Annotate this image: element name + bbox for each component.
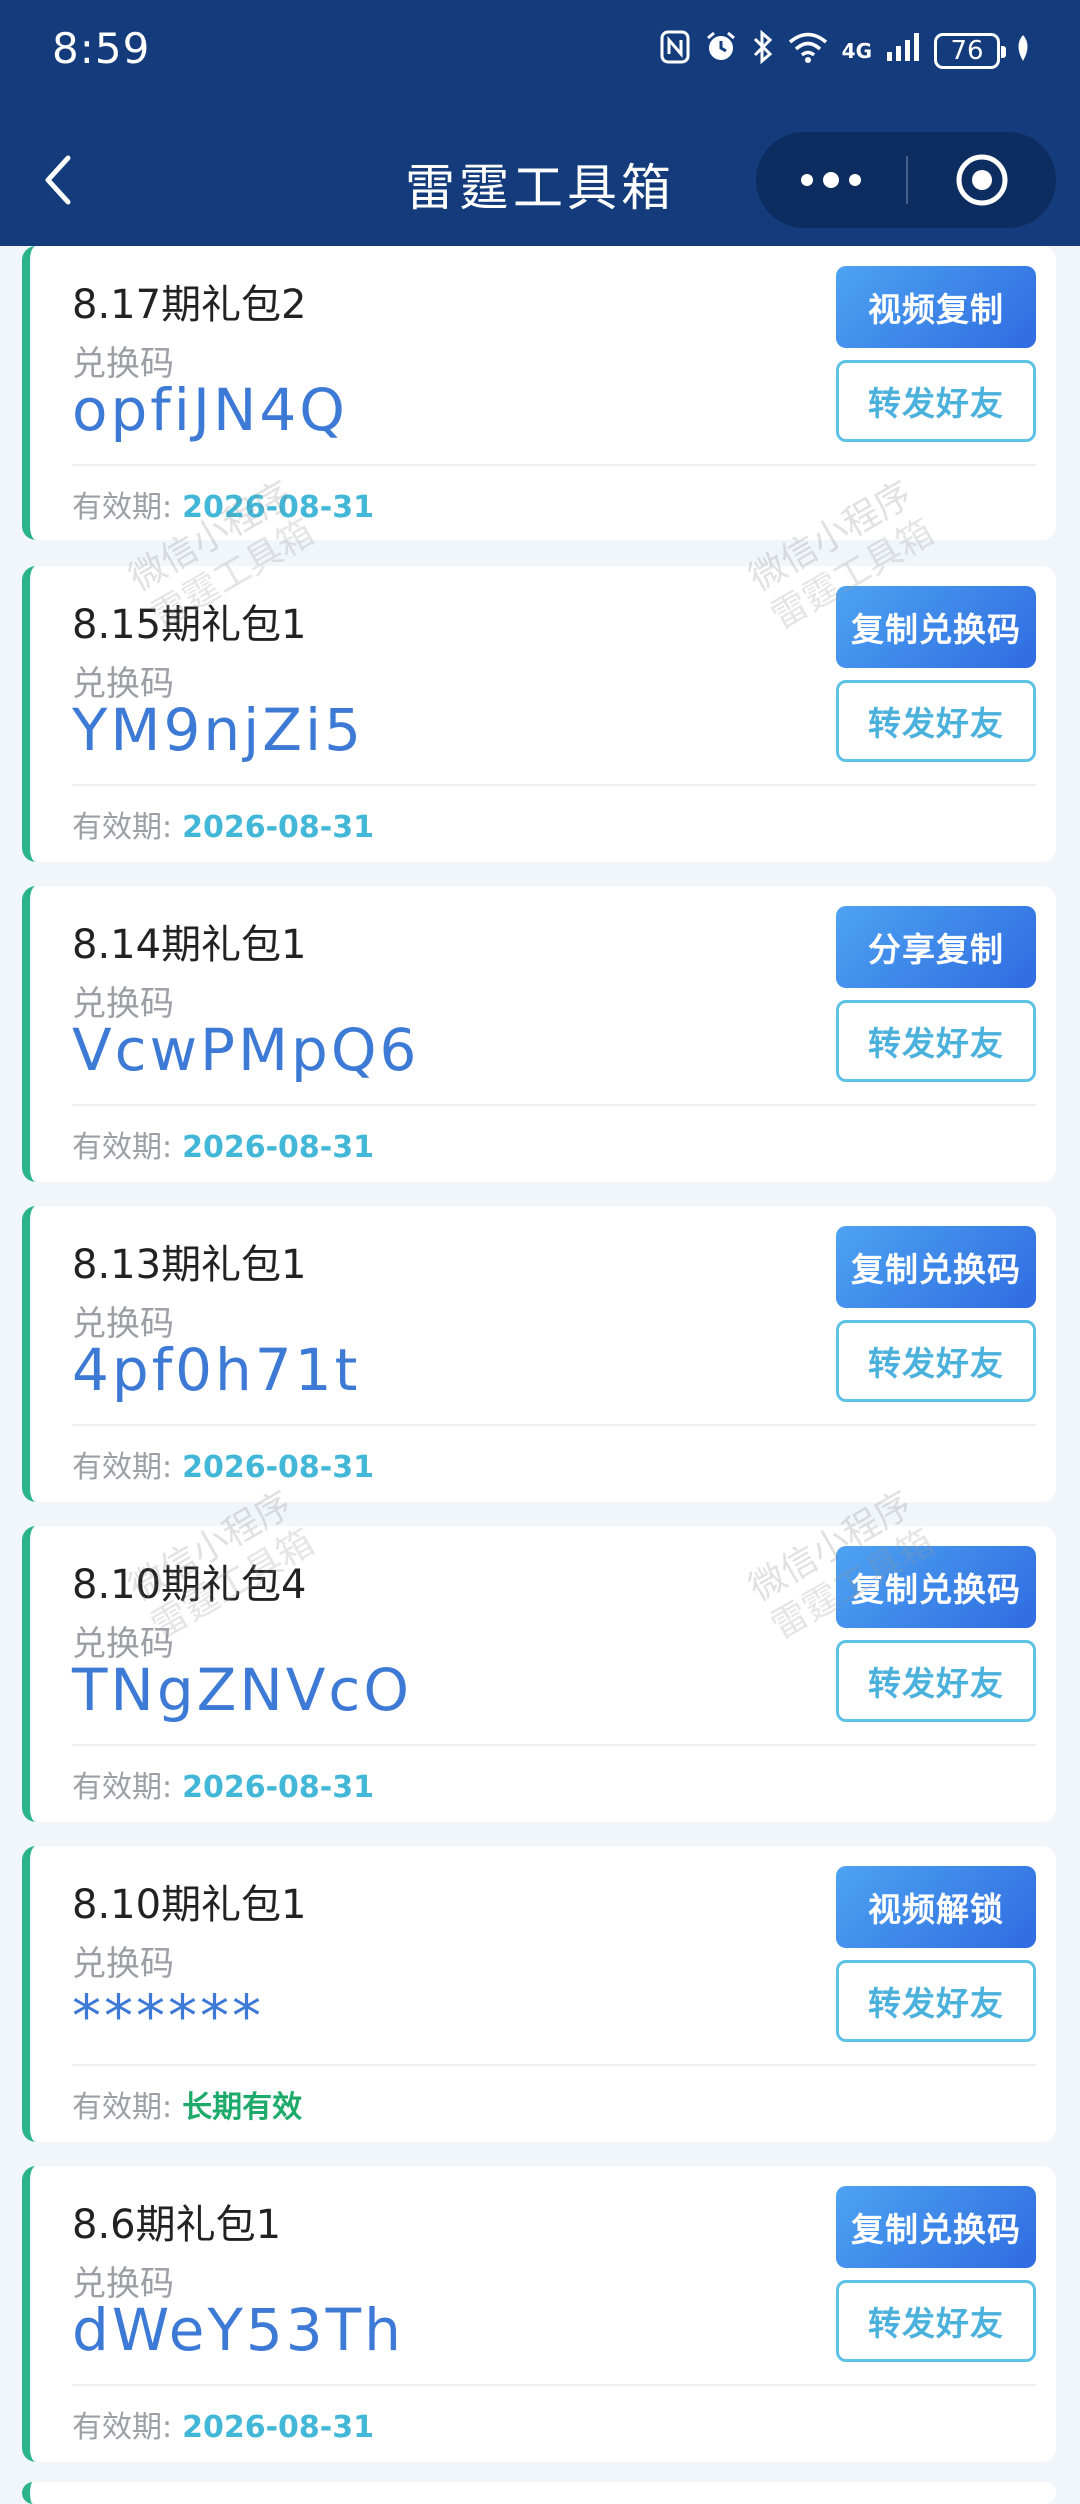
divider (72, 1104, 1036, 1106)
status-icons: 4G 76 (660, 28, 1032, 74)
expiry-date: 长期有效 (182, 2090, 303, 2125)
expiry-row: 有效期: 2026-08-31 (72, 802, 374, 846)
leaf-icon (1014, 33, 1032, 70)
wifi-icon (788, 31, 828, 71)
redeem-code: YM9njZi5 (72, 696, 364, 764)
expiry-row: 有效期: 2026-08-31 (72, 2402, 374, 2446)
miniprogram-capsule (756, 132, 1056, 228)
gift-title: 8.17期礼包2 (72, 282, 307, 328)
expiry-label: 有效期: (72, 490, 173, 525)
expiry-label: 有效期: (72, 2090, 173, 2125)
gift-card: 8.14期礼包1 兑换码 VcwPMpQ6 有效期: 2026-08-31 分享复… (22, 886, 1056, 1182)
dot-icon (801, 174, 813, 186)
expiry-label: 有效期: (72, 810, 173, 845)
forward-friend-button[interactable]: 转发好友 (836, 2280, 1036, 2362)
redeem-code: 4pf0h71t (72, 1336, 361, 1404)
divider (72, 1744, 1036, 1746)
expiry-date: 2026-08-31 (182, 1770, 375, 1805)
divider (72, 1424, 1036, 1426)
gift-card: 8.17期礼包2 兑换码 opfiJN4Q 有效期: 2026-08-31 视频复… (22, 246, 1056, 540)
expiry-date: 2026-08-31 (182, 1130, 375, 1165)
copy-code-button[interactable]: 复制兑换码 (836, 1226, 1036, 1308)
alarm-icon (704, 30, 738, 72)
nfc-icon (660, 30, 690, 72)
more-button[interactable] (756, 132, 906, 228)
expiry-row: 有效期: 2026-08-31 (72, 1442, 374, 1486)
divider (72, 2064, 1036, 2066)
expiry-date: 2026-08-31 (182, 2410, 375, 2445)
gift-title: 8.15期礼包1 (72, 602, 307, 648)
expiry-row: 有效期: 2026-08-31 (72, 482, 374, 526)
copy-code-button[interactable]: 复制兑换码 (836, 586, 1036, 668)
forward-friend-button[interactable]: 转发好友 (836, 680, 1036, 762)
expiry-label: 有效期: (72, 1130, 173, 1165)
expiry-row: 有效期: 2026-08-31 (72, 1762, 374, 1806)
app-header: 8:59 4G 76 雷霆工具箱 (0, 0, 1080, 246)
expiry-label: 有效期: (72, 1770, 173, 1805)
redeem-code: dWeY53Th (72, 2296, 404, 2364)
signal-icon (886, 32, 920, 70)
redeem-code: ****** (72, 1982, 264, 2050)
expiry-row: 有效期: 2026-08-31 (72, 1122, 374, 1166)
gift-card: 8.10期礼包1 兑换码 ****** 有效期: 长期有效 视频解锁 转发好友 (22, 1846, 1056, 2142)
expiry-row: 有效期: 长期有效 (72, 2082, 302, 2126)
expiry-date: 2026-08-31 (182, 490, 375, 525)
forward-friend-button[interactable]: 转发好友 (836, 360, 1036, 442)
expiry-date: 2026-08-31 (182, 1450, 375, 1485)
close-miniprogram-button[interactable] (908, 132, 1056, 228)
dot-icon (849, 174, 861, 186)
forward-friend-button[interactable]: 转发好友 (836, 1640, 1036, 1722)
redeem-code: opfiJN4Q (72, 376, 348, 444)
video-unlock-button[interactable]: 视频解锁 (836, 1866, 1036, 1948)
divider (72, 2384, 1036, 2386)
gift-card: 8.10期礼包4 兑换码 TNgZNVcO 有效期: 2026-08-31 复制兑… (22, 1526, 1056, 1822)
battery-icon: 76 (934, 33, 1006, 69)
divider (72, 464, 1036, 466)
video-copy-button[interactable]: 视频复制 (836, 266, 1036, 348)
target-icon (956, 154, 1008, 206)
gift-title: 8.10期礼包1 (72, 1882, 307, 1928)
gift-title: 8.14期礼包1 (72, 922, 307, 968)
gift-title: 8.6期礼包1 (72, 2202, 282, 2248)
status-time: 8:59 (52, 24, 151, 73)
expiry-date: 2026-08-31 (182, 810, 375, 845)
gift-card: 8.15期礼包1 兑换码 YM9njZi5 有效期: 2026-08-31 复制兑… (22, 566, 1056, 862)
share-copy-button[interactable]: 分享复制 (836, 906, 1036, 988)
redeem-code: VcwPMpQ6 (72, 1016, 420, 1084)
redeem-code: TNgZNVcO (72, 1656, 412, 1724)
expiry-label: 有效期: (72, 1450, 173, 1485)
bluetooth-icon (752, 29, 774, 72)
expiry-label: 有效期: (72, 2410, 173, 2445)
network-type: 4G (841, 39, 872, 63)
divider (72, 784, 1036, 786)
forward-friend-button[interactable]: 转发好友 (836, 1320, 1036, 1402)
code-label: 兑换码 (72, 1944, 174, 1984)
gift-card: 8.6期礼包1 兑换码 dWeY53Th 有效期: 2026-08-31 复制兑换… (22, 2166, 1056, 2462)
gift-card-partial (22, 2482, 1056, 2504)
copy-code-button[interactable]: 复制兑换码 (836, 1546, 1036, 1628)
dot-icon (823, 172, 839, 188)
forward-friend-button[interactable]: 转发好友 (836, 1000, 1036, 1082)
copy-code-button[interactable]: 复制兑换码 (836, 2186, 1036, 2268)
forward-friend-button[interactable]: 转发好友 (836, 1960, 1036, 2042)
gift-title: 8.10期礼包4 (72, 1562, 307, 1608)
gift-card: 8.13期礼包1 兑换码 4pf0h71t 有效期: 2026-08-31 复制兑… (22, 1206, 1056, 1502)
gift-title: 8.13期礼包1 (72, 1242, 307, 1288)
